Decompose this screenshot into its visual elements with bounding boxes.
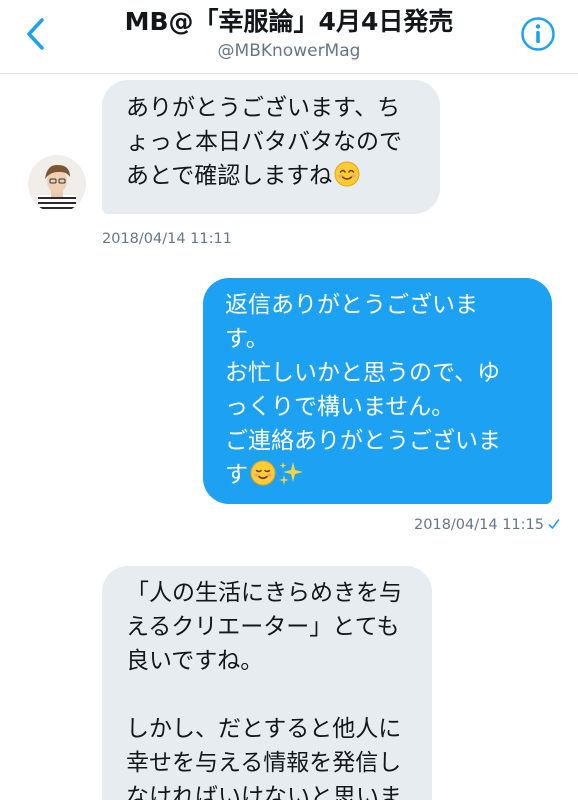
conversation-title: MB@「幸服論」4月4日発売 <box>124 7 454 36</box>
info-button[interactable] <box>520 16 556 52</box>
message-timestamp: 2018/04/14 11:11 <box>102 231 232 247</box>
sparkles-icon <box>279 462 303 485</box>
smiling-face-icon <box>250 460 276 486</box>
message-text: 「人の生活にきらめきを与 えるクリエーター」とても 良いですね。 しかし、だとす… <box>126 580 402 800</box>
message-text: ありがとうございます、ち ょっと本日バタバタなので あとで確認しますね <box>126 95 402 189</box>
message-bubble-received[interactable]: 「人の生活にきらめきを与 えるクリエーター」とても 良いですね。 しかし、だとす… <box>102 566 432 800</box>
conversation-header: MB@「幸服論」4月4日発売 @MBKnowerMag <box>0 0 578 74</box>
message-bubble-sent[interactable]: 返信ありがとうございま す。 お忙しいかと思うので、ゆ っくりで構いません。 ご… <box>203 278 552 504</box>
checkmark-icon <box>548 519 560 529</box>
message-bubble-received[interactable]: ありがとうございます、ち ょっと本日バタバタなので あとで確認しますね <box>102 80 440 214</box>
smiling-face-with-smiling-eyes-icon <box>334 161 360 187</box>
info-icon <box>521 17 555 51</box>
message-timestamp: 2018/04/14 11:15 <box>414 517 544 533</box>
conversation-handle: @MBKnowerMag <box>217 41 361 61</box>
avatar[interactable] <box>28 155 86 213</box>
message-text: 返信ありがとうございま す。 お忙しいかと思うので、ゆ っくりで構いません。 ご… <box>225 292 501 488</box>
avatar-image <box>28 155 86 213</box>
